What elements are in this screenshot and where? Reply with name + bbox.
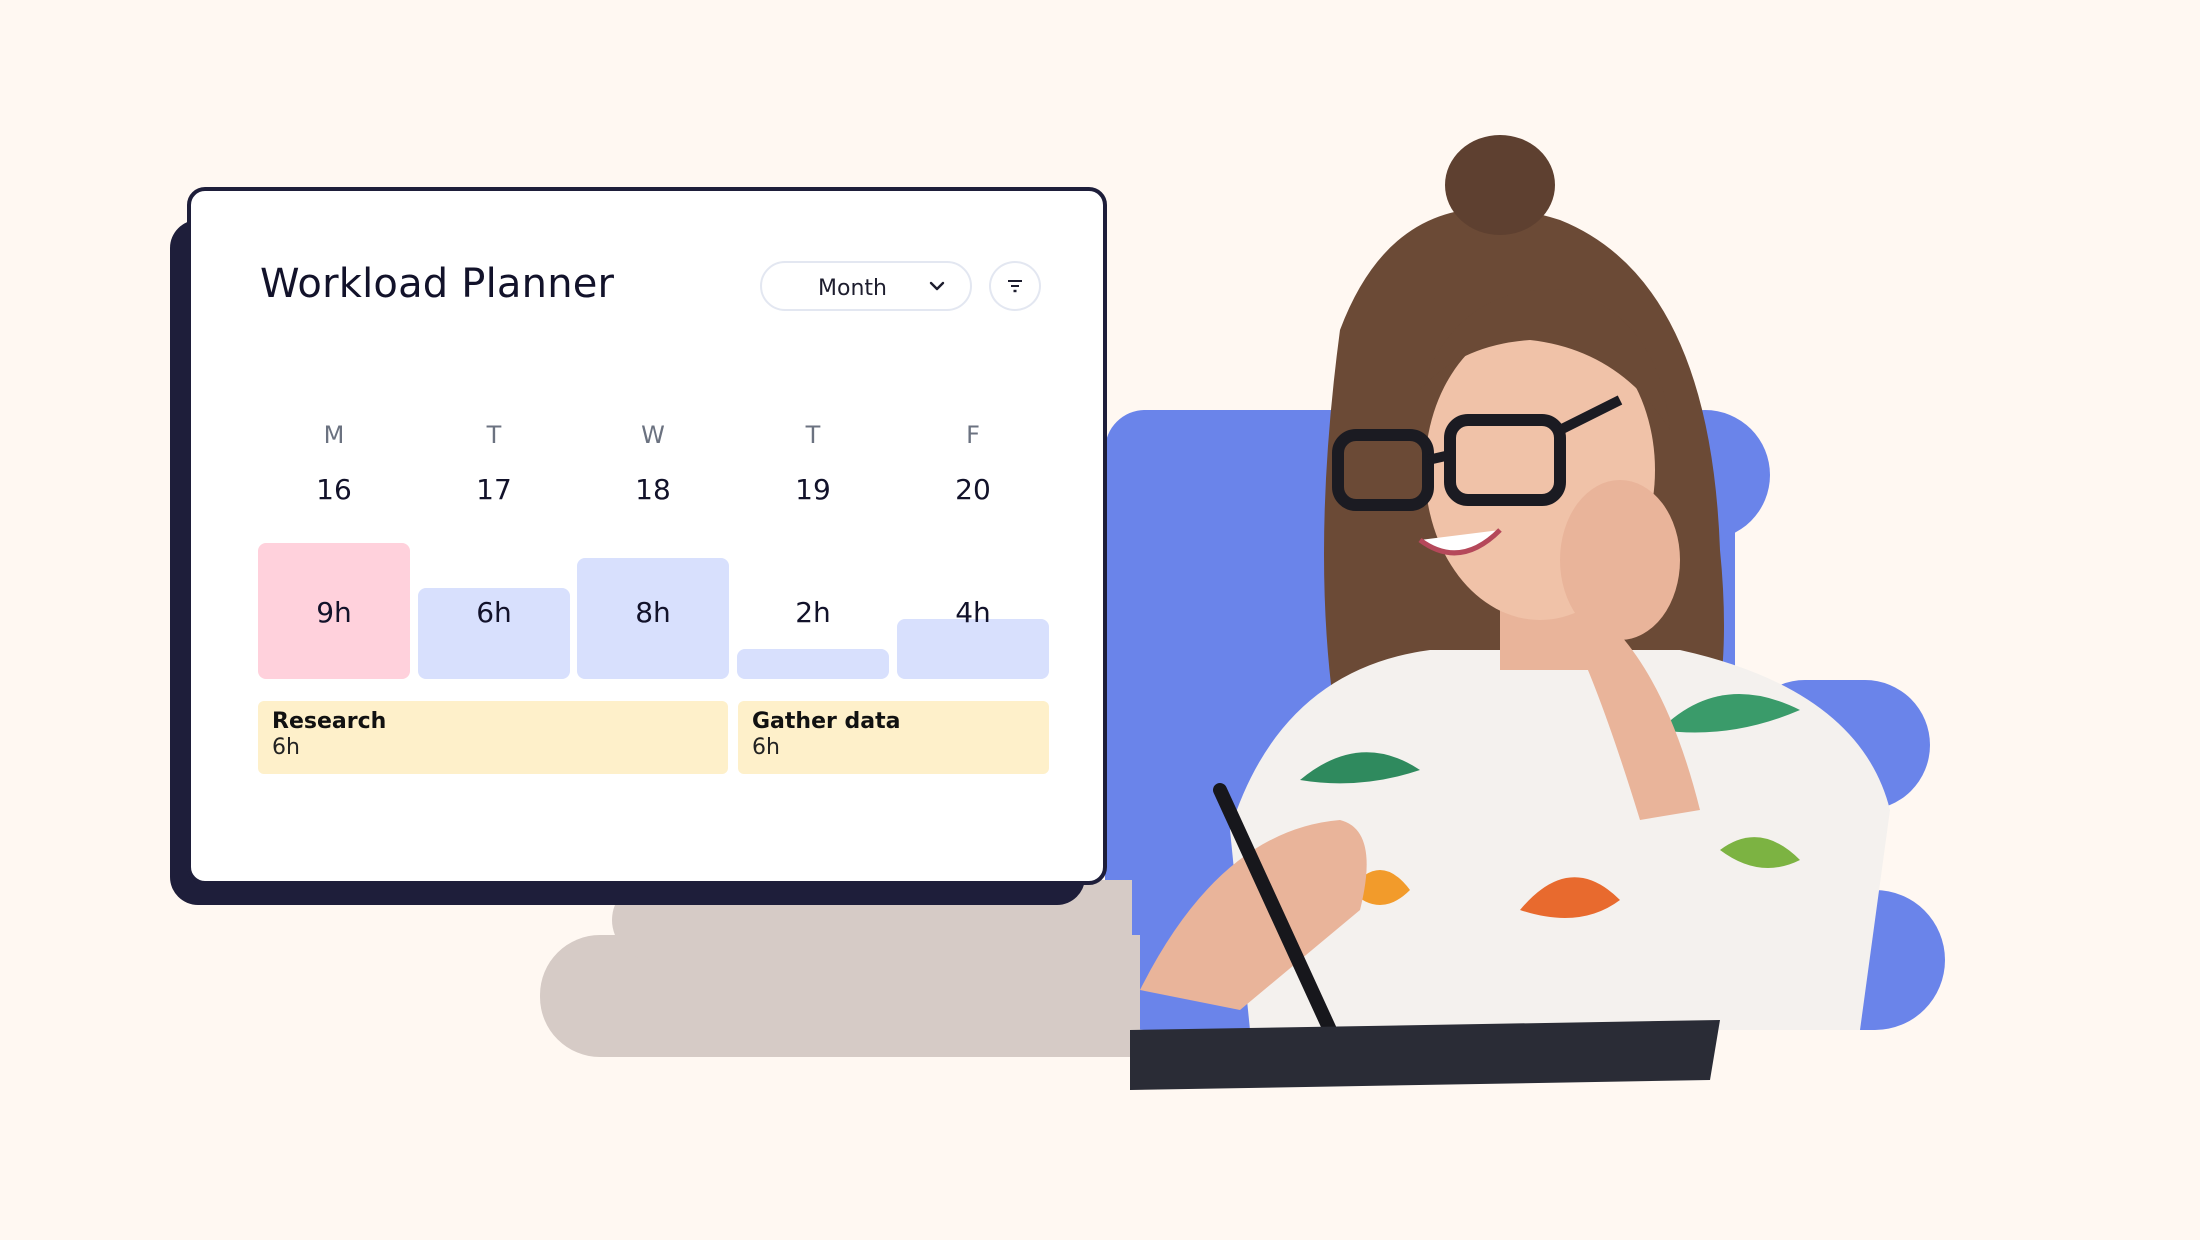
- chevron-down-icon: [929, 281, 945, 291]
- filter-button[interactable]: [989, 261, 1041, 311]
- period-select[interactable]: Month: [760, 261, 972, 311]
- task-gather-data[interactable]: Gather data 6h: [738, 701, 1049, 774]
- task-name: Research: [272, 709, 387, 734]
- day-letter: T: [486, 421, 502, 449]
- task-hours: 6h: [752, 735, 780, 760]
- day-date: 20: [955, 473, 991, 506]
- day-date: 17: [476, 473, 512, 506]
- day-letter: T: [805, 421, 821, 449]
- day-letter: W: [641, 421, 665, 449]
- period-select-value: Month: [818, 276, 887, 301]
- workload-planner-card: Workload Planner Month M 16 T 17 W 18 T …: [187, 187, 1107, 885]
- day-date: 18: [635, 473, 671, 506]
- task-hours: 6h: [272, 735, 300, 760]
- day-date: 16: [316, 473, 352, 506]
- person-photo: [1130, 135, 1890, 1090]
- workload-bar[interactable]: [737, 649, 889, 679]
- page-title: Workload Planner: [260, 261, 615, 307]
- workload-bar-label: 2h: [795, 596, 831, 629]
- workload-bar-label: 9h: [316, 596, 352, 629]
- task-name: Gather data: [752, 709, 901, 734]
- workload-bar-label: 8h: [635, 596, 671, 629]
- workload-bar-label: 6h: [476, 596, 512, 629]
- workload-bar-label: 4h: [955, 596, 991, 629]
- task-research[interactable]: Research 6h: [258, 701, 728, 774]
- filter-icon: [1008, 280, 1022, 293]
- day-date: 19: [795, 473, 831, 506]
- day-letter: F: [966, 421, 980, 449]
- day-letter: M: [323, 421, 345, 449]
